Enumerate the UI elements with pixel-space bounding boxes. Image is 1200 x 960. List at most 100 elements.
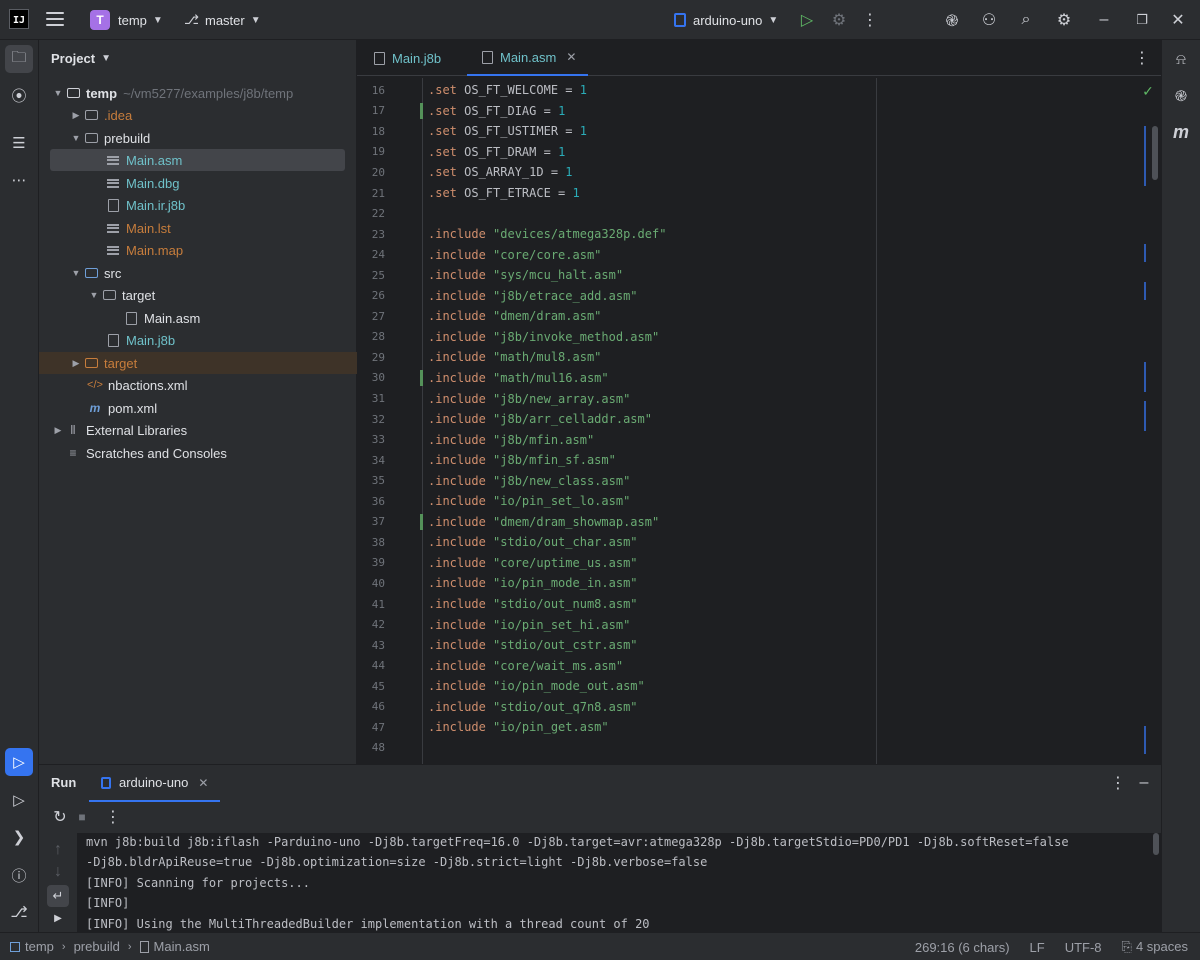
code-line[interactable]: 36 .include "io/pin_set_lo.asm" bbox=[357, 491, 631, 512]
file-encoding[interactable]: UTF-8 bbox=[1065, 940, 1102, 955]
collapse-arrow-icon[interactable]: ▶ bbox=[51, 425, 65, 436]
console-scrollbar-thumb[interactable] bbox=[1153, 833, 1159, 855]
tree-item-nbactions[interactable]: </> nbactions.xml bbox=[39, 374, 357, 396]
console-output[interactable]: mvn j8b:build j8b:iflash -Parduino-uno -… bbox=[77, 833, 1161, 933]
code-line[interactable]: 33 .include "j8b/mfin.asm" bbox=[357, 429, 594, 450]
code-line[interactable]: 37 .include "dmem/dram_showmap.asm" bbox=[357, 512, 659, 533]
indent-setting[interactable]: ⎘ 4 spaces bbox=[1122, 939, 1188, 955]
problems-icon[interactable]: ⓘ bbox=[5, 861, 33, 889]
git-icon[interactable]: ⎇ bbox=[5, 898, 33, 926]
terminal-icon[interactable]: ❯ bbox=[5, 823, 33, 851]
tab-main-j8b[interactable]: Main.j8b bbox=[359, 40, 453, 76]
tree-item-temp[interactable]: ▼ temp ~/vm5277/examples/j8b/temp bbox=[39, 82, 357, 104]
breadcrumb-item[interactable]: Main.asm bbox=[154, 939, 210, 954]
tree-item-target[interactable]: ▶ target bbox=[39, 352, 357, 374]
tab-options-icon[interactable]: ⋮ bbox=[1131, 47, 1153, 69]
no-problems-check-icon[interactable]: ✓ bbox=[1137, 80, 1159, 102]
ai-chat-icon[interactable]: ֎ bbox=[1167, 82, 1195, 110]
expand-arrow-icon[interactable]: ▼ bbox=[69, 268, 83, 278]
tree-item-pom[interactable]: m pom.xml bbox=[39, 397, 357, 419]
code-line[interactable]: 26 .include "j8b/etrace_add.asm" bbox=[357, 286, 638, 307]
ai-assistant-icon[interactable]: ֎ bbox=[941, 9, 963, 31]
tab-main-asm[interactable]: Main.asm ✕ bbox=[467, 40, 589, 76]
restore-icon[interactable]: ❐ bbox=[1131, 9, 1153, 31]
tree-item-external-libraries[interactable]: ▶ Ⅱ External Libraries bbox=[39, 419, 357, 441]
more-run-actions-icon[interactable]: ⋮ bbox=[102, 806, 124, 828]
code-line[interactable]: 25 .include "sys/mcu_halt.asm" bbox=[357, 265, 623, 286]
code-line[interactable]: 21 .set OS_FT_ETRACE = 1 bbox=[357, 183, 580, 204]
code-line[interactable]: 42 .include "io/pin_set_hi.asm" bbox=[357, 614, 631, 635]
code-line[interactable]: 29 .include "math/mul8.asm" bbox=[357, 347, 602, 368]
code-line[interactable]: 22 bbox=[357, 203, 385, 224]
code-line[interactable]: 18 .set OS_FT_USTIMER = 1 bbox=[357, 121, 587, 142]
hide-panel-icon[interactable]: – bbox=[1133, 772, 1155, 794]
expand-more-icon[interactable]: ▶ bbox=[47, 907, 69, 929]
tree-item-main-dbg[interactable]: Main.dbg bbox=[39, 172, 357, 194]
expand-arrow-icon[interactable]: ▼ bbox=[69, 133, 83, 143]
project-folder-icon[interactable]: 🗀 bbox=[5, 45, 33, 73]
code-line[interactable]: 28 .include "j8b/invoke_method.asm" bbox=[357, 327, 659, 348]
tree-item-src-main-asm[interactable]: Main.asm bbox=[39, 307, 357, 329]
code-line[interactable]: 23 .include "devices/atmega328p.def" bbox=[357, 224, 667, 245]
debug-icon[interactable]: ⚙ bbox=[828, 9, 850, 31]
tree-item-main-j8b[interactable]: Main.j8b bbox=[39, 329, 357, 351]
code-line[interactable]: 30 .include "math/mul16.asm" bbox=[357, 368, 609, 389]
branch-switcher[interactable]: ⎇ master ▼ bbox=[178, 6, 267, 34]
code-line[interactable]: 48 bbox=[357, 738, 385, 759]
app-logo-icon[interactable]: IJ bbox=[9, 9, 29, 29]
run-icon[interactable]: ▷ bbox=[796, 9, 818, 31]
rerun-icon[interactable]: ↻ bbox=[49, 806, 71, 828]
project-panel-header[interactable]: Project ▼ bbox=[39, 40, 356, 76]
tree-item-prebuild[interactable]: ▼ prebuild bbox=[39, 127, 357, 149]
code-line[interactable]: 39 .include "core/uptime_us.asm" bbox=[357, 553, 638, 574]
code-line[interactable]: 31 .include "j8b/new_array.asm" bbox=[357, 388, 631, 409]
minimize-icon[interactable]: – bbox=[1093, 9, 1115, 31]
code-line[interactable]: 27 .include "dmem/dram.asm" bbox=[357, 306, 602, 327]
editor-scrollbar-thumb[interactable] bbox=[1152, 126, 1158, 180]
code-line[interactable]: 35 .include "j8b/new_class.asm" bbox=[357, 470, 631, 491]
breadcrumb-item[interactable]: prebuild bbox=[74, 939, 120, 954]
expand-arrow-icon[interactable]: ▼ bbox=[51, 88, 65, 98]
close-tab-icon[interactable]: ✕ bbox=[198, 776, 208, 790]
maven-tool-icon[interactable]: m bbox=[1167, 118, 1195, 146]
stop-icon[interactable]: ■ bbox=[71, 806, 93, 828]
tree-item-scratches[interactable]: ≡ Scratches and Consoles bbox=[39, 442, 357, 464]
scroll-up-icon[interactable]: ↑ bbox=[47, 839, 69, 861]
code-line[interactable]: 24 .include "core/core.asm" bbox=[357, 244, 602, 265]
collapse-arrow-icon[interactable]: ▶ bbox=[69, 358, 83, 369]
commit-icon[interactable]: ⦿ bbox=[5, 81, 33, 109]
more-actions-icon[interactable]: ⋮ bbox=[859, 9, 881, 31]
project-switcher[interactable]: T temp ▼ bbox=[84, 6, 169, 34]
tree-item-src[interactable]: ▼ src bbox=[39, 262, 357, 284]
soft-wrap-icon[interactable]: ↵ bbox=[47, 885, 69, 907]
services-icon[interactable]: ▷ bbox=[5, 786, 33, 814]
scroll-down-icon[interactable]: ↓ bbox=[47, 861, 69, 883]
expand-arrow-icon[interactable]: ▼ bbox=[87, 290, 101, 300]
code-line[interactable]: 43 .include "stdio/out_cstr.asm" bbox=[357, 635, 638, 656]
tree-item-main-asm[interactable]: Main.asm bbox=[50, 149, 345, 171]
code-line[interactable]: 41 .include "stdio/out_num8.asm" bbox=[357, 594, 638, 615]
notifications-bell-icon[interactable]: ⍾ bbox=[1167, 45, 1195, 73]
code-line[interactable]: 32 .include "j8b/arr_celladdr.asm" bbox=[357, 409, 652, 430]
tree-item-src-target[interactable]: ▼ target bbox=[39, 284, 357, 306]
tree-item-idea[interactable]: ▶ .idea bbox=[39, 104, 357, 126]
more-tools-icon[interactable]: ⋯ bbox=[5, 166, 33, 194]
code-line[interactable]: 20 .set OS_ARRAY_1D = 1 bbox=[357, 162, 573, 183]
caret-position[interactable]: 269:16 (6 chars) bbox=[915, 940, 1010, 955]
line-separator[interactable]: LF bbox=[1030, 940, 1045, 955]
breadcrumb-item[interactable]: temp bbox=[25, 939, 54, 954]
run-tab-arduino-uno[interactable]: arduino-uno ✕ bbox=[89, 765, 221, 802]
close-tab-icon[interactable]: ✕ bbox=[566, 50, 576, 64]
settings-gear-icon[interactable]: ⚙ bbox=[1053, 9, 1075, 31]
run-options-icon[interactable]: ⋮ bbox=[1107, 772, 1129, 794]
vcs-change-marker[interactable] bbox=[420, 513, 423, 530]
vcs-change-marker[interactable] bbox=[420, 102, 423, 119]
code-line[interactable]: 17 .set OS_FT_DIAG = 1 bbox=[357, 101, 566, 122]
code-line[interactable]: 16 .set OS_FT_WELCOME = 1 bbox=[357, 80, 587, 101]
tree-item-main-map[interactable]: Main.map bbox=[39, 239, 357, 261]
collapse-arrow-icon[interactable]: ▶ bbox=[69, 110, 83, 121]
tree-item-main-lst[interactable]: Main.lst bbox=[39, 217, 357, 239]
code-line[interactable]: 38 .include "stdio/out_char.asm" bbox=[357, 532, 638, 553]
code-line[interactable]: 19 .set OS_FT_DRAM = 1 bbox=[357, 142, 566, 163]
code-line[interactable]: 45 .include "io/pin_mode_out.asm" bbox=[357, 676, 645, 697]
